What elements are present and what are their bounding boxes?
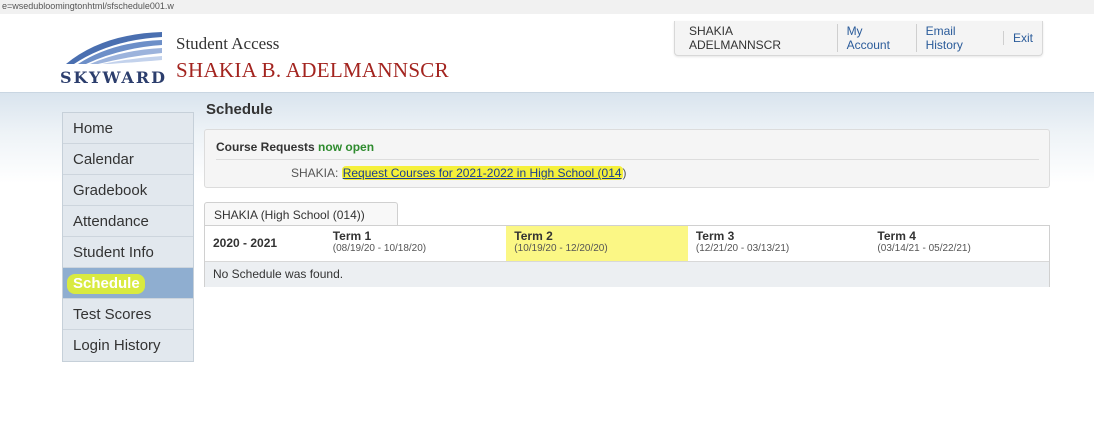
- term-dates: (10/19/20 - 12/20/20): [514, 243, 608, 254]
- browser-url-bar[interactable]: e=wsedubloomingtonhtml/sfschedule001.w: [0, 0, 1094, 14]
- sidebar-item-home[interactable]: Home: [63, 113, 193, 144]
- sidebar-item-label: Schedule: [73, 275, 140, 292]
- term-2-current[interactable]: Term 2 (10/19/20 - 12/20/20): [506, 226, 688, 261]
- email-history-link[interactable]: Email History: [915, 24, 1003, 52]
- exit-link[interactable]: Exit: [1002, 31, 1042, 45]
- schedule-table: 2020 - 2021 Term 1 (08/19/20 - 10/18/20)…: [204, 225, 1050, 287]
- sidebar-item-attendance[interactable]: Attendance: [63, 206, 193, 237]
- app-title: Student Access: [176, 34, 280, 53]
- term-name: Term 2: [514, 229, 553, 243]
- term-name: Term 3: [695, 229, 735, 243]
- sidebar-item-test-scores[interactable]: Test Scores: [63, 299, 193, 330]
- sidebar-item-student-info[interactable]: Student Info: [63, 237, 193, 268]
- term-dates: (12/21/20 - 03/13/21): [695, 243, 790, 254]
- schedule-header-row: 2020 - 2021 Term 1 (08/19/20 - 10/18/20)…: [205, 226, 1049, 262]
- student-name: SHAKIA B. ADELMANNSCR: [176, 58, 449, 82]
- sidebar-nav: Home Calendar Gradebook Attendance Stude…: [62, 112, 194, 362]
- link-suffix: ): [622, 166, 627, 180]
- course-requests-status: now open: [318, 140, 375, 154]
- term-name: Term 1: [332, 229, 372, 243]
- request-courses-link[interactable]: Request Courses for 2021-2022 in High Sc…: [341, 166, 623, 180]
- sidebar-item-schedule[interactable]: Schedule: [63, 268, 193, 299]
- sidebar-item-login-history[interactable]: Login History: [63, 330, 193, 361]
- course-requests-label: Course Requests: [216, 140, 315, 154]
- student-prefix: SHAKIA:: [291, 166, 339, 180]
- term-3[interactable]: Term 3 (12/21/20 - 03/13/21): [688, 226, 870, 261]
- top-navigation: SHAKIA ADELMANNSCR My Account Email Hist…: [674, 21, 1043, 56]
- swoosh-icon: [66, 32, 162, 64]
- empty-schedule-message: No Schedule was found.: [205, 262, 1049, 287]
- school-year: 2020 - 2021: [213, 236, 278, 250]
- page-title: Schedule: [206, 101, 273, 118]
- term-dates: (03/14/21 - 05/22/21): [877, 243, 971, 254]
- skyward-logo[interactable]: SKYWARD: [60, 28, 168, 90]
- sidebar-item-calendar[interactable]: Calendar: [63, 144, 193, 175]
- sidebar-item-gradebook[interactable]: Gradebook: [63, 175, 193, 206]
- term-dates: (08/19/20 - 10/18/20): [332, 243, 427, 254]
- tab-student-schedule[interactable]: SHAKIA (High School (014)): [204, 202, 398, 226]
- logo-wordmark: SKYWARD: [60, 68, 167, 87]
- course-requests-title: Course Requests now open: [216, 140, 374, 154]
- term-4[interactable]: Term 4 (03/14/21 - 05/22/21): [869, 226, 1049, 261]
- term-name: Term 4: [877, 229, 916, 243]
- url-text: e=wsedubloomingtonhtml/sfschedule001.w: [2, 1, 174, 11]
- my-account-link[interactable]: My Account: [836, 24, 916, 52]
- divider: [216, 159, 1039, 160]
- current-user-name: SHAKIA ADELMANNSCR: [689, 24, 782, 52]
- course-request-line: SHAKIA: Request Courses for 2021-2022 in…: [291, 166, 627, 180]
- header: SKYWARD Student Access SHAKIA B. ADELMAN…: [0, 14, 1094, 92]
- course-requests-panel: Course Requests now open SHAKIA: Request…: [204, 129, 1050, 188]
- term-1[interactable]: Term 1 (08/19/20 - 10/18/20): [325, 226, 507, 261]
